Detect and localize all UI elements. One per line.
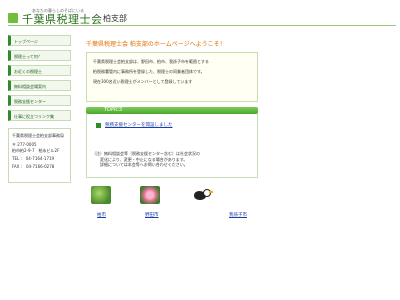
sidebar-item-tax-support-center[interactable]: 税務支援センター [8, 95, 71, 106]
sidebar-item-useful-links[interactable]: 仕事に役立つリンク集 [8, 110, 71, 121]
sidebar-item-about-tax-accountant[interactable]: 税理士って何？ [8, 50, 71, 61]
branch-name: 柏支部 [103, 14, 127, 23]
intro-line: 柏税務署管内に事務所を登録した、税理士の同業者団体です。 [93, 69, 205, 74]
topic-link[interactable]: 税務支援センターを開設しました [105, 122, 173, 128]
bullet-icon [96, 123, 101, 128]
city-link-noda[interactable]: 野田市 [145, 212, 159, 218]
welcome-heading: 千葉県税理士会 柏支部のホームページへようこそ！ [86, 41, 226, 48]
contact-tel: TEL ： 04-7164-1719 [12, 156, 55, 161]
header-divider [8, 25, 396, 26]
notice-line: 詳細については本会等へお問い合わせください。 [92, 162, 188, 167]
intro-box: 千葉県税理士会柏支部は、野田市、柏市、我孫子市を範囲とする 柏税務署管内に事務所… [86, 52, 258, 102]
city-link-abiko[interactable]: 我孫子市 [229, 212, 247, 218]
notice-line: （注）無料相談会等（税務支援センター含む）は社会状況の [92, 151, 200, 156]
contact-address: 柏市柏2-9-7 柏永ビル2F [12, 148, 60, 153]
sidebar-item-nearby-accountants[interactable]: お近くの税理士 [8, 65, 71, 76]
leaf-photo-icon[interactable] [91, 186, 111, 204]
bird-photo-icon[interactable] [190, 188, 214, 204]
intro-line: 千葉県税理士会柏支部は、野田市、柏市、我孫子市を範囲とする [93, 59, 209, 64]
logo-icon [8, 13, 18, 23]
contact-box: 千葉県税理士会柏支部事務局 〒 277-0005 柏市柏2-9-7 柏永ビル2F… [8, 128, 71, 183]
contact-fax: FAX ： 04-7166-0278 [12, 164, 55, 169]
contact-org: 千葉県税理士会柏支部事務局 [12, 133, 64, 138]
flower-photo-icon[interactable] [140, 186, 160, 204]
city-link-kashiwa[interactable]: 柏市 [97, 212, 106, 218]
sidebar-nav: トップページ 税理士って何？ お近くの税理士 無料相談会場案内 税務支援センター… [8, 35, 71, 125]
intro-line: 現在300名近い税理士がメンバーとして登録しています [93, 79, 193, 84]
notice-text: （注）無料相談会等（税務支援センター含む）は社会状況の 変化により、変更・中止に… [92, 151, 200, 168]
topics-label: TOPICS [104, 107, 123, 113]
sidebar-item-top[interactable]: トップページ [8, 35, 71, 46]
sidebar-item-free-consultation[interactable]: 無料相談会場案内 [8, 80, 71, 91]
